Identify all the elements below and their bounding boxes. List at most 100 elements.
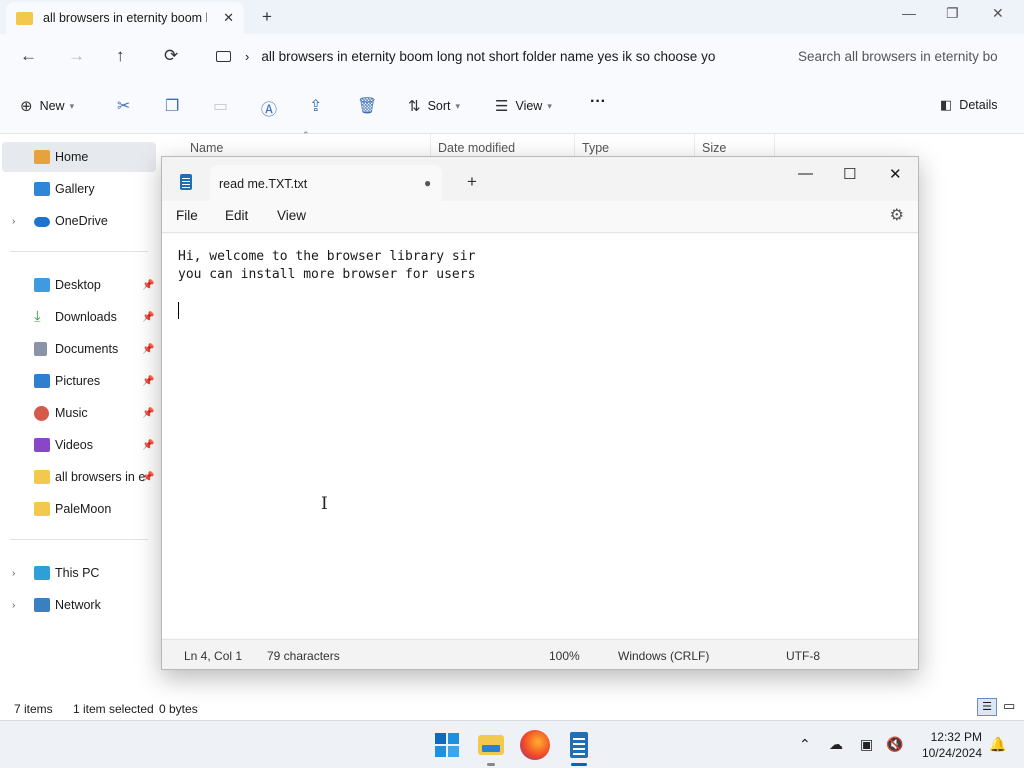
maximize-button[interactable]: ☐ xyxy=(843,165,856,183)
sidebar-item-label: all browsers in e xyxy=(55,470,146,484)
close-tab-icon[interactable]: ✕ xyxy=(223,10,234,26)
new-tab-button[interactable]: + xyxy=(467,172,477,192)
sidebar-item-this-pc[interactable]: › This PC xyxy=(2,558,156,588)
encoding[interactable]: UTF-8 xyxy=(786,649,820,663)
menu-edit[interactable]: Edit xyxy=(225,208,248,223)
sidebar-item-label: Downloads xyxy=(55,310,117,324)
unsaved-indicator[interactable]: ● xyxy=(424,176,431,190)
home-icon xyxy=(34,150,50,164)
sort-up-icon: ⌃ xyxy=(302,130,310,140)
forward-button[interactable]: → xyxy=(68,46,85,66)
cut-icon[interactable]: ✂ xyxy=(117,96,130,116)
notepad-title-bar[interactable]: read me.TXT.txt ● + — ☐ ✕ xyxy=(162,157,918,201)
chevron-right-icon[interactable]: › xyxy=(12,568,15,579)
download-icon: ⤓ xyxy=(34,308,41,325)
sort-button[interactable]: ⇅ Sort ▾ xyxy=(408,97,460,115)
zoom-level[interactable]: 100% xyxy=(549,649,580,663)
new-button[interactable]: ⊕ New ▾ xyxy=(20,97,74,115)
close-window-button[interactable]: ✕ xyxy=(889,165,902,183)
text-editor[interactable]: Hi, welcome to the browser library sir yo… xyxy=(162,234,918,638)
column-header-date[interactable]: Date modified xyxy=(438,141,515,155)
pin-icon: 📌 xyxy=(142,311,155,323)
delete-icon[interactable]: 🗑 xyxy=(357,96,377,116)
share-icon[interactable]: ⇪ xyxy=(309,96,322,116)
firefox-icon[interactable] xyxy=(520,730,550,760)
column-separator[interactable] xyxy=(774,134,775,158)
search-input[interactable]: Search all browsers in eternity bo xyxy=(786,40,1020,72)
back-button[interactable]: ← xyxy=(20,46,37,66)
chevron-right-icon[interactable]: › xyxy=(12,600,15,611)
taskbar: ⌃ ☁ ▣ 🔇 12:32 PM 10/24/2024 🔔 xyxy=(0,720,1024,768)
sidebar-item-documents[interactable]: Documents 📌 xyxy=(2,334,156,364)
start-icon[interactable] xyxy=(432,730,462,760)
notepad-window: read me.TXT.txt ● + — ☐ ✕ File Edit View… xyxy=(161,156,919,670)
minimize-button[interactable]: — xyxy=(902,5,916,21)
column-header-size[interactable]: Size xyxy=(702,141,726,155)
column-header-type[interactable]: Type xyxy=(582,141,609,155)
chevron-right-icon[interactable]: › xyxy=(12,216,15,227)
notification-bell-icon[interactable]: 🔔 xyxy=(989,736,1006,753)
sidebar-item-label: Documents xyxy=(55,342,119,356)
sidebar-item-network[interactable]: › Network xyxy=(2,590,156,620)
view-list-icon: ☰ xyxy=(495,98,509,115)
volume-muted-icon[interactable]: 🔇 xyxy=(886,736,903,753)
sort-icon: ⇅ xyxy=(408,98,421,115)
menu-view[interactable]: View xyxy=(277,208,306,223)
gallery-icon xyxy=(34,182,50,196)
settings-gear-icon[interactable]: ⚙ xyxy=(890,205,904,225)
up-button[interactable]: ↑ xyxy=(116,46,125,66)
clock[interactable]: 12:32 PM 10/24/2024 xyxy=(914,729,982,761)
refresh-button[interactable]: ⟳ xyxy=(164,46,178,66)
notepad-tab-label: read me.TXT.txt xyxy=(219,177,308,191)
notepad-icon[interactable] xyxy=(564,730,594,760)
breadcrumb-chevron-icon[interactable]: › xyxy=(245,49,249,64)
path-field[interactable]: › all browsers in eternity boom long not… xyxy=(206,40,774,72)
paste-icon[interactable]: ▭ xyxy=(213,96,228,116)
sidebar-item-onedrive[interactable]: › OneDrive xyxy=(2,206,156,236)
pin-icon: 📌 xyxy=(142,407,155,419)
column-header-name[interactable]: Name xyxy=(190,141,223,155)
column-separator[interactable] xyxy=(694,134,695,158)
new-button-label: New xyxy=(39,99,65,113)
folder-icon xyxy=(34,502,50,516)
sidebar-item-label: Videos xyxy=(55,438,93,452)
minimize-button[interactable]: — xyxy=(798,165,813,182)
details-button[interactable]: ◧ Details xyxy=(940,97,998,113)
sidebar-item-pictures[interactable]: Pictures 📌 xyxy=(2,366,156,396)
plus-circle-icon: ⊕ xyxy=(20,98,33,115)
sidebar-item-videos[interactable]: Videos 📌 xyxy=(2,430,156,460)
sidebar-item-browsers-folder[interactable]: all browsers in e 📌 xyxy=(2,462,156,492)
column-separator[interactable] xyxy=(574,134,575,158)
new-tab-button[interactable]: + xyxy=(262,7,272,27)
copy-icon[interactable]: ❐ xyxy=(165,96,179,116)
chevron-up-icon[interactable]: ⌃ xyxy=(799,736,811,753)
rename-icon[interactable]: Ⓐ xyxy=(261,96,277,120)
sidebar-item-label: Network xyxy=(55,598,101,612)
sidebar-item-music[interactable]: Music 📌 xyxy=(2,398,156,428)
network-offline-icon[interactable]: ▣ xyxy=(860,736,873,753)
maximize-button[interactable]: ❐ xyxy=(946,5,959,22)
notepad-status-bar: Ln 4, Col 1 79 characters 100% Windows (… xyxy=(162,639,918,669)
breadcrumb-path[interactable]: all browsers in eternity boom long not s… xyxy=(261,49,741,64)
sidebar-item-label: Music xyxy=(55,406,88,420)
onedrive-offline-icon[interactable]: ☁ xyxy=(829,736,843,753)
sidebar-item-label: Desktop xyxy=(55,278,101,292)
line-ending[interactable]: Windows (CRLF) xyxy=(618,649,709,663)
tiles-view-icon[interactable]: ▭ xyxy=(1003,698,1015,714)
view-button[interactable]: ☰ View ▾ xyxy=(495,97,552,115)
notepad-tab[interactable]: read me.TXT.txt ● xyxy=(210,165,442,201)
sidebar-item-home[interactable]: Home xyxy=(2,142,156,172)
file-explorer-icon[interactable] xyxy=(476,730,506,760)
more-options-button[interactable]: ··· xyxy=(590,93,606,111)
sidebar-item-palemoon[interactable]: PaleMoon xyxy=(2,494,156,524)
close-window-button[interactable]: ✕ xyxy=(992,5,1004,22)
explorer-tab[interactable]: all browsers in eternity boom l ✕ xyxy=(6,2,244,34)
active-app-indicator xyxy=(571,763,587,766)
column-separator[interactable] xyxy=(430,134,431,158)
sidebar-item-downloads[interactable]: ⤓ Downloads 📌 xyxy=(2,302,156,332)
sidebar-item-label: PaleMoon xyxy=(55,502,112,516)
menu-file[interactable]: File xyxy=(176,208,198,223)
details-view-icon[interactable]: ☰ xyxy=(977,698,997,716)
sidebar-item-desktop[interactable]: Desktop 📌 xyxy=(2,270,156,300)
sidebar-item-gallery[interactable]: Gallery xyxy=(2,174,156,204)
